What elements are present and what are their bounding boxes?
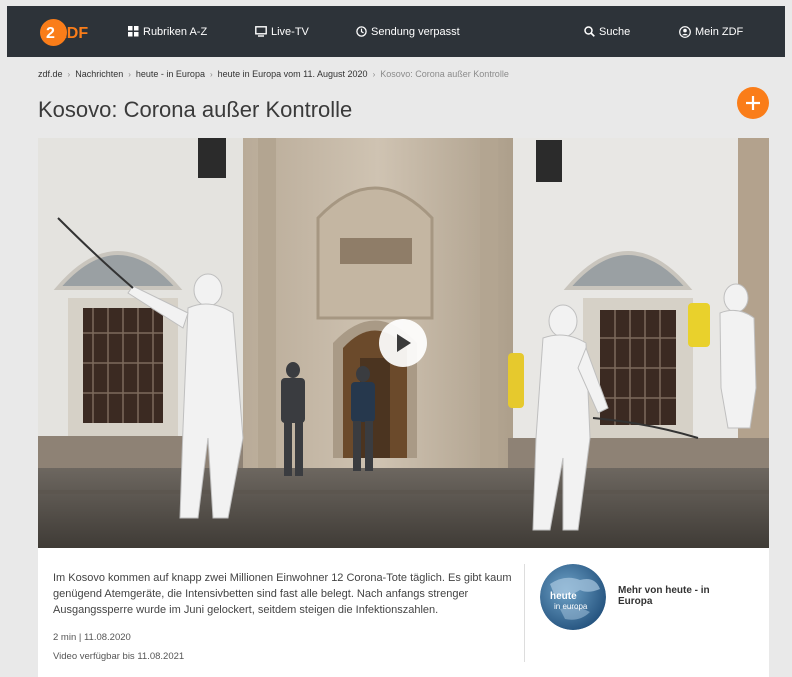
more-from-show-thumbnail[interactable]: heute in europa [540, 564, 606, 630]
video-info-panel: Im Kosovo kommen auf knapp zwei Millione… [38, 548, 769, 677]
breadcrumb-item-episode[interactable]: heute in Europa vom 11. August 2020 [218, 69, 368, 79]
search-icon [584, 26, 595, 37]
breadcrumb-item-zdf[interactable]: zdf.de [38, 69, 63, 79]
video-player[interactable] [38, 138, 769, 548]
more-thumb-title: heute [550, 591, 577, 602]
tv-icon [255, 26, 267, 37]
nav-suche[interactable]: Suche [584, 6, 630, 57]
page-title: Kosovo: Corona außer Kontrolle [38, 97, 353, 122]
play-button[interactable] [379, 319, 427, 367]
clock-icon [356, 26, 367, 37]
nav-rubriken-label: Rubriken A-Z [143, 25, 208, 38]
more-from-show-link[interactable]: Mehr von heute - in Europa [618, 585, 728, 607]
nav-mein-zdf[interactable]: Mein ZDF [679, 6, 743, 57]
top-navigation-bar: 2 ZDF Rubriken A-Z Live-TV Sendung verpa… [7, 6, 785, 57]
svg-text:2: 2 [46, 25, 55, 42]
grid-icon [128, 26, 139, 37]
nav-rubriken[interactable]: Rubriken A-Z [128, 6, 207, 57]
nav-live-tv[interactable]: Live-TV [255, 6, 309, 57]
nav-sendung-verpasst-label: Sendung verpasst [371, 25, 460, 38]
play-icon [397, 334, 411, 352]
nav-suche-label: Suche [599, 25, 631, 38]
video-description: Im Kosovo kommen auf knapp zwei Millione… [53, 572, 512, 616]
chevron-right-icon: › [372, 69, 376, 79]
nav-mein-zdf-label: Mein ZDF [695, 25, 744, 38]
breadcrumb-current: Kosovo: Corona außer Kontrolle [380, 69, 509, 79]
plus-icon [746, 96, 760, 110]
video-meta: 2 min | 11.08.2020 [53, 632, 131, 643]
nav-live-tv-label: Live-TV [271, 25, 309, 38]
zdf-logo[interactable]: 2 ZDF [40, 19, 96, 46]
add-to-list-button[interactable] [737, 87, 769, 119]
breadcrumb-item-heute-in-europa[interactable]: heute - in Europa [136, 69, 205, 79]
more-thumb-subtitle: in europa [554, 602, 588, 611]
user-icon [679, 25, 691, 38]
chevron-right-icon: › [209, 69, 213, 79]
nav-sendung-verpasst[interactable]: Sendung verpasst [356, 6, 460, 57]
chevron-right-icon: › [128, 69, 131, 79]
breadcrumb-item-nachrichten[interactable]: Nachrichten [75, 69, 123, 79]
zdf-logo-text: ZDF [57, 25, 88, 42]
chevron-right-icon: › [67, 69, 71, 79]
video-availability: Video verfügbar bis 11.08.2021 [53, 651, 185, 662]
breadcrumb: zdf.de › Nachrichten › heute - in Europa… [38, 69, 509, 79]
divider [524, 564, 525, 662]
